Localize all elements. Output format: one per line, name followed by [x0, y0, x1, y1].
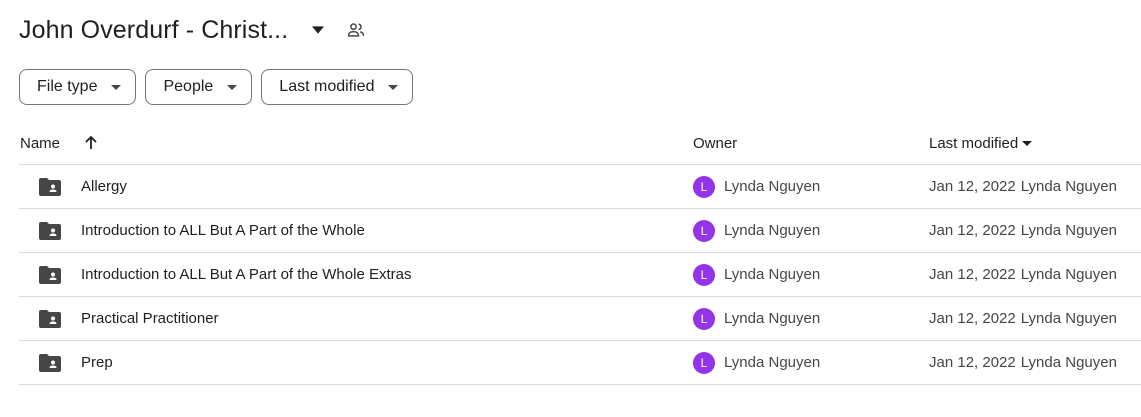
- table-row[interactable]: Introduction to ALL But A Part of the Wh…: [19, 209, 1141, 253]
- avatar: L: [693, 307, 715, 330]
- arrow-drop-down-icon: [111, 82, 122, 92]
- file-name: Introduction to ALL But A Part of the Wh…: [81, 266, 412, 283]
- table-row[interactable]: Prep L Lynda Nguyen Jan 12, 2022 Lynda N…: [19, 341, 1141, 385]
- owner-name: Lynda Nguyen: [724, 354, 821, 371]
- owner-name: Lynda Nguyen: [724, 178, 821, 195]
- shared-folder-icon: [39, 222, 61, 240]
- filter-label: Last modified: [279, 78, 375, 95]
- column-modified-label: Last modified: [929, 134, 1019, 152]
- modified-by: Lynda Nguyen: [1020, 354, 1117, 371]
- modified-date: Jan 12, 2022: [929, 310, 1016, 327]
- column-last-modified[interactable]: Last modified: [929, 135, 1034, 152]
- modified-date: Jan 12, 2022: [929, 178, 1016, 195]
- filter-last-modified[interactable]: Last modified: [261, 69, 414, 105]
- avatar: L: [693, 263, 715, 286]
- modified-date: Jan 12, 2022: [929, 222, 1016, 239]
- modified-date: Jan 12, 2022: [929, 266, 1016, 283]
- arrow-drop-down-icon: [227, 82, 238, 92]
- modified-by: Lynda Nguyen: [1020, 222, 1117, 239]
- table-header: Name Owner Last modified: [19, 122, 1141, 165]
- modified-date: Jan 12, 2022: [929, 354, 1016, 371]
- modified-by: Lynda Nguyen: [1020, 178, 1117, 195]
- file-name: Practical Practitioner: [81, 310, 219, 327]
- modified-by: Lynda Nguyen: [1020, 266, 1117, 283]
- avatar: L: [693, 351, 715, 374]
- file-name: Introduction to ALL But A Part of the Wh…: [81, 222, 365, 239]
- people-icon[interactable]: [344, 18, 368, 42]
- modified-cell: Jan 12, 2022 Lynda Nguyen: [929, 354, 1117, 371]
- owner-name: Lynda Nguyen: [724, 310, 821, 327]
- arrow-drop-down-icon: [1022, 137, 1034, 149]
- modified-cell: Jan 12, 2022 Lynda Nguyen: [929, 222, 1117, 239]
- table-row[interactable]: Allergy L Lynda Nguyen Jan 12, 2022 Lynd…: [19, 165, 1141, 209]
- column-owner[interactable]: Owner: [693, 135, 737, 152]
- folder-title[interactable]: John Overdurf - Christ...: [19, 16, 288, 45]
- filter-people[interactable]: People: [145, 69, 253, 105]
- arrow-drop-down-icon[interactable]: [306, 18, 330, 42]
- avatar: L: [693, 219, 715, 242]
- modified-by: Lynda Nguyen: [1020, 310, 1117, 327]
- owner-cell: L Lynda Nguyen: [693, 263, 821, 286]
- arrow-up-icon[interactable]: [82, 134, 100, 152]
- avatar: L: [693, 175, 715, 198]
- owner-cell: L Lynda Nguyen: [693, 351, 821, 374]
- filter-label: People: [163, 78, 214, 95]
- modified-cell: Jan 12, 2022 Lynda Nguyen: [929, 310, 1117, 327]
- filter-bar: File type People Last modified: [19, 69, 414, 105]
- shared-folder-icon: [39, 266, 61, 284]
- shared-folder-icon: [39, 178, 61, 196]
- file-list: Name Owner Last modified Allergy L Lynda…: [19, 122, 1141, 385]
- folder-header: John Overdurf - Christ...: [19, 12, 368, 48]
- shared-folder-icon: [39, 354, 61, 372]
- owner-name: Lynda Nguyen: [724, 266, 821, 283]
- file-name: Prep: [81, 354, 113, 371]
- shared-folder-icon: [39, 310, 61, 328]
- table-row[interactable]: Introduction to ALL But A Part of the Wh…: [19, 253, 1141, 297]
- owner-cell: L Lynda Nguyen: [693, 307, 821, 330]
- owner-cell: L Lynda Nguyen: [693, 219, 821, 242]
- arrow-drop-down-icon: [388, 82, 399, 92]
- column-name-label: Name: [20, 134, 61, 152]
- column-name[interactable]: Name: [20, 134, 100, 152]
- owner-cell: L Lynda Nguyen: [693, 175, 821, 198]
- filter-label: File type: [37, 78, 98, 95]
- file-name: Allergy: [81, 178, 127, 195]
- modified-cell: Jan 12, 2022 Lynda Nguyen: [929, 178, 1117, 195]
- table-row[interactable]: Practical Practitioner L Lynda Nguyen Ja…: [19, 297, 1141, 341]
- modified-cell: Jan 12, 2022 Lynda Nguyen: [929, 266, 1117, 283]
- owner-name: Lynda Nguyen: [724, 222, 821, 239]
- filter-file-type[interactable]: File type: [19, 69, 137, 105]
